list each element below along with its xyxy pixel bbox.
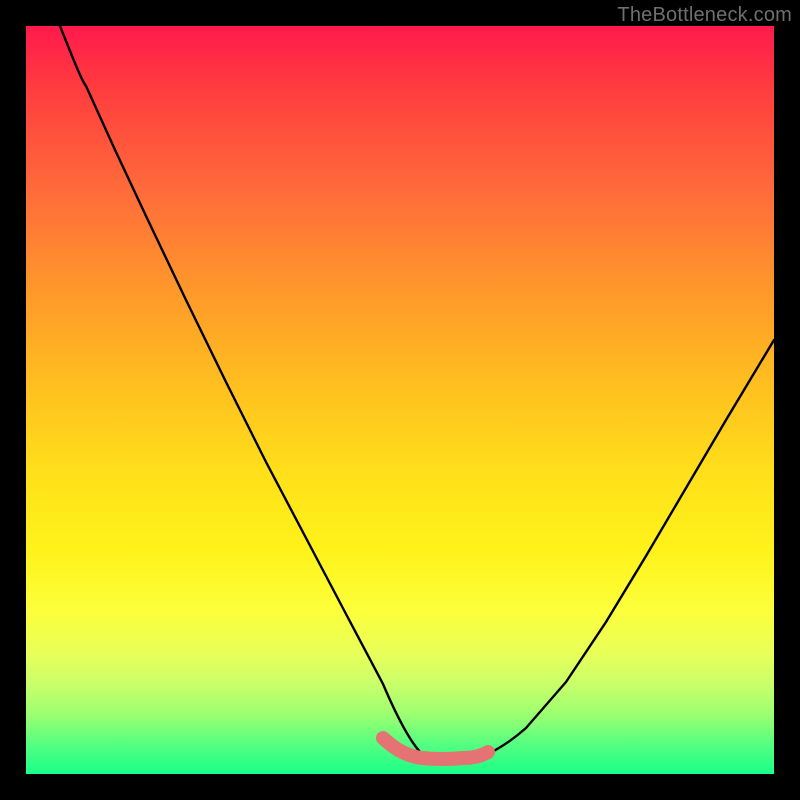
watermark-text: TheBottleneck.com: [617, 4, 792, 27]
plot-area: [26, 26, 774, 774]
chart-frame: TheBottleneck.com: [0, 0, 800, 800]
optimum-trough: [383, 738, 488, 759]
curve-layer: [26, 26, 774, 774]
bottleneck-curve: [60, 26, 774, 759]
